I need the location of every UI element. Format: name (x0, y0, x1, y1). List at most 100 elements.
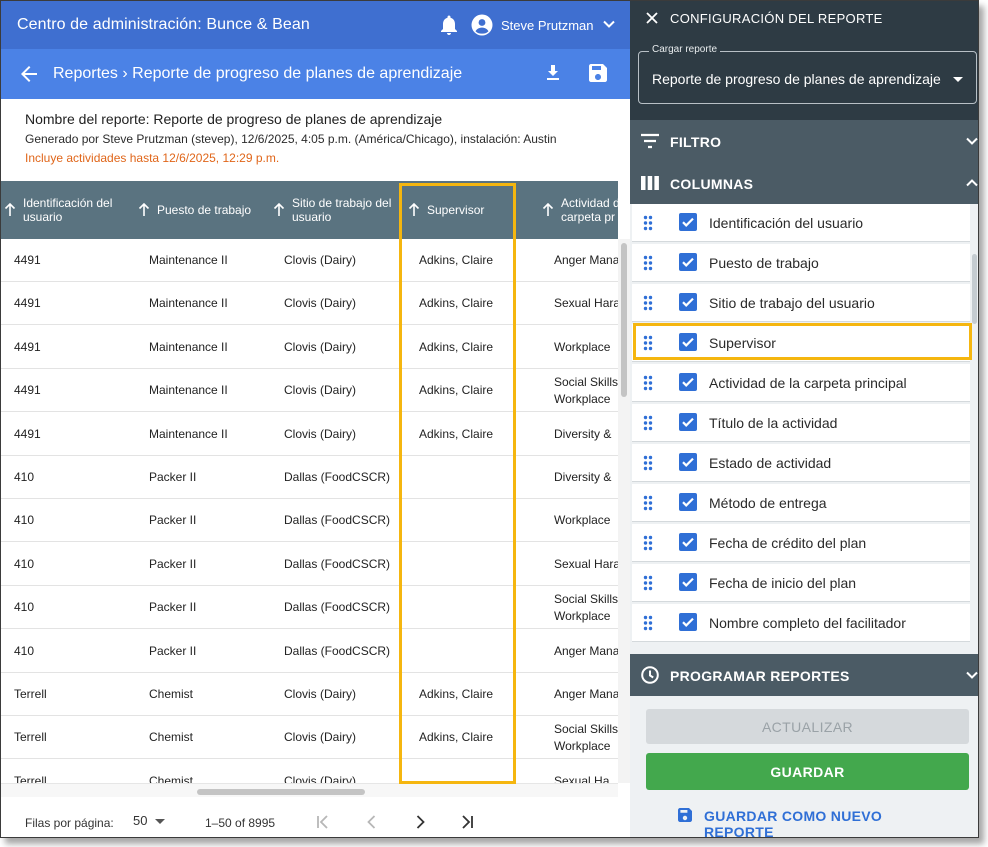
drag-handle-icon[interactable] (643, 415, 653, 431)
column-item[interactable]: Nombre completo del facilitador (632, 604, 970, 642)
drag-handle-icon[interactable] (643, 375, 653, 391)
cell-supervisor: Adkins, Claire (419, 339, 494, 354)
cell-job: Packer II (149, 600, 197, 615)
column-header-site[interactable]: Sitio de trabajo del usuario (273, 181, 399, 239)
column-checkbox[interactable] (679, 213, 697, 231)
table-row[interactable]: Terrell Chemist Clovis (Dairy) Adkins, Clai… (1, 716, 618, 760)
table-row[interactable]: 410 Packer II Dallas (FoodCSCR) Sexual Hara (1, 543, 618, 586)
cell-user-id: 410 (14, 643, 35, 658)
rows-per-page-select[interactable]: 50 (133, 813, 147, 828)
back-arrow-icon[interactable] (19, 64, 39, 84)
column-item[interactable]: Método de entrega (632, 484, 970, 522)
column-checkbox[interactable] (679, 373, 697, 391)
drag-handle-icon[interactable] (643, 215, 653, 231)
cell-job: Chemist (149, 773, 194, 783)
cell-parent-activity: Diversity & (554, 426, 612, 441)
column-item[interactable]: Identificación del usuario (632, 204, 970, 242)
drag-handle-icon[interactable] (643, 575, 653, 591)
next-page-icon[interactable] (412, 814, 428, 830)
checkmark-icon (682, 297, 694, 307)
column-header-user-id[interactable]: Identificación del usuario (4, 181, 124, 239)
sort-arrow-icon (408, 203, 420, 216)
sort-arrow-icon (138, 203, 150, 216)
filter-section-label: FILTRO (670, 134, 722, 150)
columns-section-header[interactable]: COLUMNAS (630, 162, 978, 204)
cell-parent-activity: Workplace (554, 513, 611, 528)
column-header-label: Actividad de la carpeta pr (561, 196, 618, 224)
close-icon[interactable] (644, 10, 660, 26)
cell-parent-activity: Sexual Ha (554, 773, 610, 783)
table-row[interactable]: 410 Packer II Dallas (FoodCSCR) Workplace (1, 499, 618, 543)
sort-arrow-icon (542, 203, 554, 216)
table-row[interactable]: 4491 Maintenance II Clovis (Dairy) Adkins, … (1, 413, 618, 456)
checkmark-icon (682, 257, 694, 267)
drag-handle-icon[interactable] (643, 335, 653, 351)
column-item[interactable]: Título de la actividad (632, 404, 970, 442)
report-config-panel: CONFIGURACIÓN DEL REPORTE Cargar reporte… (630, 1, 978, 837)
top-bar: Centro de administración: Bunce & Bean S… (1, 1, 630, 49)
cell-user-id: Terrell (14, 730, 47, 745)
column-checkbox[interactable] (679, 293, 697, 311)
bell-icon[interactable] (439, 14, 459, 36)
filter-section-header[interactable]: FILTRO (630, 120, 978, 162)
table-row[interactable]: 410 Packer II Dallas (FoodCSCR) Anger Mana (1, 630, 618, 673)
column-header-job[interactable]: Puesto de trabajo (138, 181, 268, 239)
save-icon (678, 808, 692, 822)
table-row[interactable]: 410 Packer II Dallas (FoodCSCR) Diversity & (1, 456, 618, 499)
table-row[interactable]: 4491 Maintenance II Clovis (Dairy) Adkins, … (1, 239, 618, 282)
schedule-section-header[interactable]: PROGRAMAR REPORTES (630, 654, 978, 696)
column-item[interactable]: Sitio de trabajo del usuario (632, 284, 970, 322)
download-icon[interactable] (543, 63, 563, 83)
column-item[interactable]: Estado de actividad (632, 444, 970, 482)
table-vertical-scrollbar[interactable] (618, 239, 630, 783)
last-page-icon[interactable] (459, 814, 475, 830)
previous-page-icon[interactable] (364, 814, 380, 830)
update-button[interactable]: ACTUALIZAR (646, 709, 969, 744)
scrollbar-thumb[interactable] (197, 789, 365, 795)
column-item[interactable]: Actividad de la carpeta principal (632, 364, 970, 402)
column-checkbox[interactable] (679, 573, 697, 591)
save-as-new-report-button[interactable]: GUARDAR COMO NUEVO REPORTE (675, 805, 955, 837)
column-checkbox[interactable] (679, 253, 697, 271)
table-row[interactable]: 4491 Maintenance II Clovis (Dairy) Adkins, … (1, 326, 618, 369)
column-item[interactable]: Supervisor (632, 324, 970, 362)
drag-handle-icon[interactable] (643, 535, 653, 551)
drag-handle-icon[interactable] (643, 455, 653, 471)
column-checkbox[interactable] (679, 413, 697, 431)
cell-user-id: 410 (14, 556, 35, 571)
table-horizontal-scrollbar[interactable] (1, 783, 618, 797)
column-list-scrollbar[interactable] (972, 254, 977, 324)
drag-handle-icon[interactable] (643, 615, 653, 631)
save-as-new-report-label: GUARDAR COMO NUEVO REPORTE (704, 808, 883, 838)
chevron-down-icon[interactable] (601, 16, 617, 32)
table-row[interactable]: Terrell Chemist Clovis (Dairy) Adkins, Clai… (1, 673, 618, 716)
column-list: Nombre completo del facilitador Fecha de … (630, 204, 978, 654)
table-row[interactable]: 4491 Maintenance II Clovis (Dairy) Adkins, … (1, 282, 618, 326)
drag-handle-icon[interactable] (643, 295, 653, 311)
load-report-select[interactable]: Cargar reporte Reporte de progreso de pl… (638, 44, 977, 104)
breadcrumb[interactable]: Reportes › Reporte de progreso de planes… (53, 65, 462, 83)
table-row[interactable]: 4491 Maintenance II Clovis (Dairy) Adkins, … (1, 369, 618, 413)
save-button[interactable]: GUARDAR (646, 753, 969, 790)
account-icon[interactable] (471, 14, 493, 36)
column-checkbox[interactable] (679, 493, 697, 511)
column-header-parent-activity[interactable]: Actividad de la carpeta pr (542, 181, 618, 239)
first-page-icon[interactable] (315, 814, 331, 830)
column-item[interactable]: Fecha de inicio del plan (632, 564, 970, 602)
scrollbar-thumb[interactable] (621, 243, 627, 397)
column-item[interactable]: Puesto de trabajo (632, 244, 970, 282)
column-checkbox[interactable] (679, 533, 697, 551)
user-name[interactable]: Steve Prutzman (501, 18, 594, 33)
column-checkbox[interactable] (679, 333, 697, 351)
table-row[interactable]: 410 Packer II Dallas (FoodCSCR) Social Skil… (1, 586, 618, 630)
column-header-supervisor[interactable]: Supervisor (408, 181, 518, 239)
cell-site: Clovis (Dairy) (284, 426, 356, 441)
save-icon[interactable] (587, 62, 609, 84)
column-checkbox[interactable] (679, 453, 697, 471)
caret-down-icon[interactable] (155, 819, 165, 824)
column-checkbox[interactable] (679, 613, 697, 631)
table-row[interactable]: Terrell Chemist Clovis (Dairy) Sexual Ha (1, 760, 618, 783)
column-item[interactable]: Fecha de crédito del plan (632, 524, 970, 562)
drag-handle-icon[interactable] (643, 495, 653, 511)
drag-handle-icon[interactable] (643, 255, 653, 271)
